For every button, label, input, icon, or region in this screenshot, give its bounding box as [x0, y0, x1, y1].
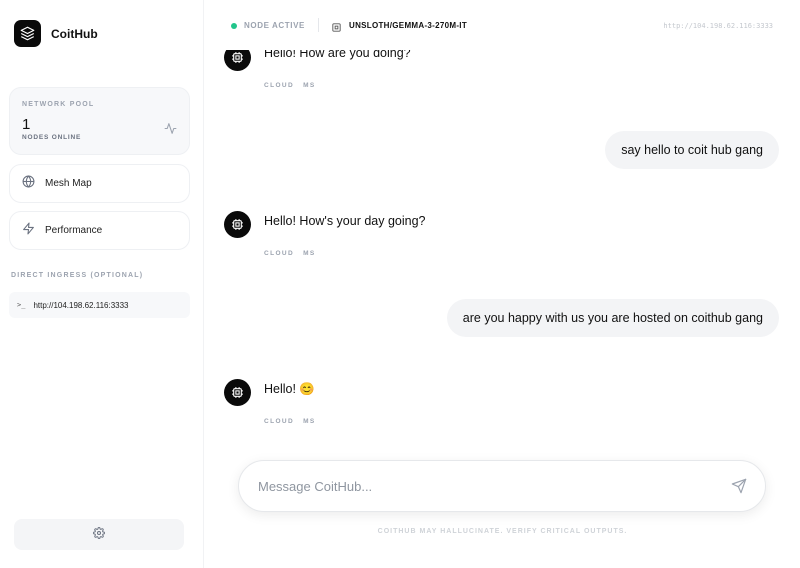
meta-latency: MS [303, 418, 316, 425]
user-message-bubble: are you happy with us you are hosted on … [446, 299, 779, 337]
activity-icon [164, 122, 177, 140]
ingress-url-value[interactable]: http://104.198.62.116:3333 [33, 301, 128, 310]
terminal-icon: >_ [17, 301, 26, 309]
meta-source: CLOUD [264, 250, 295, 257]
network-pool-card: NETWORK POOL 1 NODES ONLINE [9, 87, 190, 155]
pool-title: NETWORK POOL [22, 101, 95, 108]
ingress-url-field[interactable]: >_ http://104.198.62.116:3333 [9, 292, 190, 318]
settings-button[interactable] [14, 519, 184, 550]
message-meta: CLOUD MS [264, 418, 325, 425]
meta-latency: MS [303, 250, 316, 257]
globe-icon [22, 174, 35, 193]
pool-subtitle: NODES ONLINE [22, 134, 82, 141]
send-icon[interactable] [731, 478, 747, 499]
gear-icon [93, 526, 105, 544]
lightning-icon [22, 222, 35, 240]
cpu-icon [331, 20, 342, 38]
status-indicator [231, 23, 237, 29]
layers-icon [14, 20, 41, 47]
brand[interactable]: CoitHub [14, 20, 98, 47]
cpu-icon [232, 52, 243, 63]
ai-message-text: Hello! 😊 [264, 382, 315, 396]
message-composer [238, 460, 766, 512]
ai-message-text: Hello! How are you doing? [264, 50, 411, 60]
ai-avatar [224, 379, 251, 406]
meta-source: CLOUD [264, 82, 295, 89]
top-bar: NODE ACTIVE UNSLOTH/GEMMA-3-270M-IT http… [205, 0, 800, 50]
divider [318, 18, 319, 32]
sidebar: CoitHub NETWORK POOL 1 NODES ONLINE Mesh… [0, 0, 204, 568]
nav-performance[interactable]: Performance [9, 211, 190, 250]
message-meta: CLOUD MS [264, 250, 325, 257]
chat-thread: Hello! How are you doing? CLOUD MS say he… [205, 50, 800, 430]
node-status: NODE ACTIVE [244, 21, 305, 30]
disclaimer: COITHUB MAY HALLUCINATE. VERIFY CRITICAL… [377, 528, 628, 535]
ai-avatar [224, 211, 251, 238]
ai-message-text: Hello! How's your day going? [264, 214, 426, 228]
message-meta: CLOUD MS [264, 82, 325, 89]
ai-avatar [224, 50, 251, 71]
meta-latency: MS [303, 82, 316, 89]
nav-label: Performance [45, 225, 103, 236]
brand-name: CoitHub [51, 26, 98, 41]
pool-count: 1 [22, 116, 31, 133]
model-selector[interactable]: UNSLOTH/GEMMA-3-270M-IT [349, 21, 467, 30]
user-message-bubble: say hello to coit hub gang [605, 131, 779, 169]
nav-mesh-map[interactable]: Mesh Map [9, 164, 190, 203]
cpu-icon [232, 387, 243, 398]
message-input[interactable] [258, 478, 698, 494]
nav-label: Mesh Map [45, 178, 92, 189]
endpoint-url: http://104.198.62.116:3333 [663, 22, 773, 30]
ingress-title: DIRECT INGRESS (OPTIONAL) [11, 272, 144, 279]
cpu-icon [232, 219, 243, 230]
meta-source: CLOUD [264, 418, 295, 425]
